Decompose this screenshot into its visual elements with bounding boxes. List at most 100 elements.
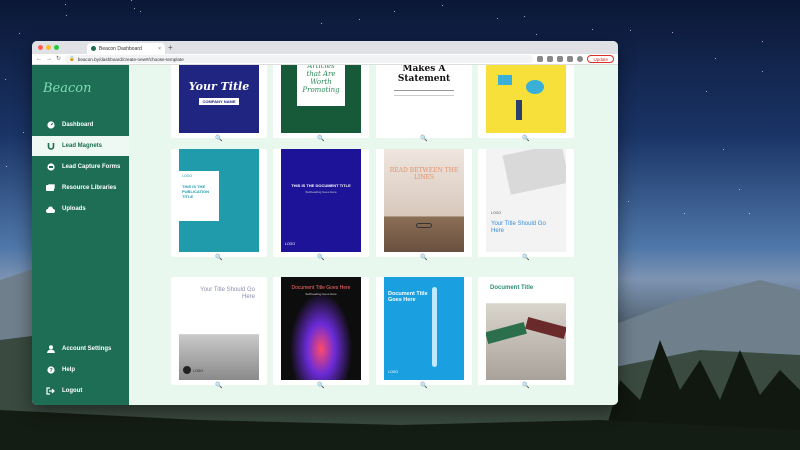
template-card[interactable]: LOGO Your Title Should Go Here 🔍 <box>478 149 574 261</box>
star <box>321 23 322 24</box>
zoom-preview-icon[interactable]: 🔍 <box>478 382 574 389</box>
star <box>628 201 629 202</box>
sidebar-item-help[interactable]: ? Help <box>32 360 129 380</box>
star <box>394 11 395 12</box>
update-button[interactable]: Update <box>587 55 614 63</box>
zoom-preview-icon[interactable]: 🔍 <box>376 135 472 142</box>
template-card[interactable]: Your Title Should Go Here LOGO 🔍 <box>171 277 267 389</box>
template-card[interactable]: Document Title Goes Here Subheading Goes… <box>273 277 369 389</box>
extension-icon[interactable] <box>557 56 564 62</box>
zoom-preview-icon[interactable]: 🔍 <box>273 382 369 389</box>
beacon-favicon-icon <box>91 46 96 51</box>
handshake-image <box>486 322 527 344</box>
lock-icon: 🔒 <box>69 56 75 61</box>
sidebar-item-resource-libraries[interactable]: Resource Libraries <box>32 178 129 198</box>
user-icon <box>46 345 55 354</box>
star <box>749 213 750 214</box>
star <box>706 91 707 92</box>
bookmark-star-icon[interactable] <box>547 56 554 62</box>
template-thumbnail: Your Title COMPANY NAME <box>179 65 259 133</box>
star <box>66 15 67 16</box>
template-card[interactable]: 🔍 <box>478 65 574 142</box>
sidebar-item-label: Resource Libraries <box>62 185 117 191</box>
star <box>715 58 716 59</box>
browser-tab-bar: Beacon Dashboard × + <box>32 41 618 54</box>
template-thumbnail: Document Title Goes Here Subheading Goes… <box>281 277 361 380</box>
template-thumbnail: Makes A Statement <box>384 65 464 133</box>
template-card[interactable]: THIS IS THE DOCUMENT TITLE Subheading Go… <box>273 149 369 261</box>
template-thumbnail: THIS IS THE DOCUMENT TITLE Subheading Go… <box>281 149 361 252</box>
template-card[interactable]: Your Title COMPANY NAME 🔍 <box>171 65 267 142</box>
maximize-window-icon[interactable] <box>54 45 59 50</box>
zoom-preview-icon[interactable]: 🔍 <box>478 254 574 261</box>
back-icon[interactable]: ← <box>36 54 42 65</box>
reload-icon[interactable]: ↻ <box>56 54 61 65</box>
beacon-logo[interactable]: Beacon <box>43 81 91 96</box>
sidebar-item-lead-capture-forms[interactable]: Lead Capture Forms <box>32 157 129 177</box>
zoom-preview-icon[interactable]: 🔍 <box>273 254 369 261</box>
template-card[interactable]: READ BETWEEN THE LINES 🔍 <box>376 149 472 261</box>
template-thumbnail: Your Title Should Go Here LOGO <box>179 277 259 380</box>
star <box>6 166 7 167</box>
zoom-preview-icon[interactable]: 🔍 <box>478 135 574 142</box>
zoom-preview-icon[interactable]: 🔍 <box>171 135 267 142</box>
star <box>762 41 763 42</box>
sidebar-item-label: Lead Magnets <box>62 143 103 149</box>
form-icon <box>46 163 55 172</box>
template-thumbnail <box>486 65 566 133</box>
close-tab-icon[interactable]: × <box>158 46 161 52</box>
sidebar-item-label: Help <box>62 367 76 373</box>
zoom-preview-icon[interactable]: 🔍 <box>273 135 369 142</box>
minimize-window-icon[interactable] <box>46 45 51 50</box>
cloud-upload-icon <box>46 205 55 214</box>
browser-tab[interactable]: Beacon Dashboard × <box>87 43 165 54</box>
template-gallery: Your Title COMPANY NAME 🔍 Articles that … <box>129 65 618 405</box>
sidebar-item-lead-magnets[interactable]: Lead Magnets <box>32 136 129 156</box>
star <box>684 213 685 214</box>
star <box>131 0 132 1</box>
star <box>5 79 6 80</box>
star <box>672 32 673 33</box>
dashboard-gauge-icon <box>46 121 55 130</box>
star <box>359 19 360 20</box>
zoom-preview-icon[interactable]: 🔍 <box>376 254 472 261</box>
close-window-icon[interactable] <box>38 45 43 50</box>
star <box>592 29 593 30</box>
template-card[interactable]: Document Title 🔍 <box>478 277 574 389</box>
share-icon[interactable] <box>537 56 544 62</box>
sidebar-item-label: Account Settings <box>62 346 112 352</box>
logo-mark <box>183 366 191 374</box>
sidebar: Beacon Dashboard Lead Magnets Lead Captu… <box>32 65 129 405</box>
star <box>497 18 498 19</box>
forward-icon[interactable]: → <box>46 54 52 65</box>
sidebar-item-uploads[interactable]: Uploads <box>32 199 129 219</box>
star <box>762 71 763 72</box>
star <box>134 8 135 9</box>
sidebar-item-account-settings[interactable]: Account Settings <box>32 339 129 359</box>
url-text: beacon.by/dashboard/create-new#/choose-t… <box>77 56 184 62</box>
template-card[interactable]: LOGO THIS IS THE PUBLICATION TITLE 🔍 <box>171 149 267 261</box>
template-card[interactable]: Makes A Statement 🔍 <box>376 65 472 142</box>
new-tab-button[interactable]: + <box>168 43 173 53</box>
star <box>140 11 141 12</box>
template-card[interactable]: Articles that Are Worth Promoting 🔍 <box>273 65 369 142</box>
star <box>65 4 66 5</box>
template-thumbnail: LOGO THIS IS THE PUBLICATION TITLE <box>179 149 259 252</box>
star <box>442 5 443 6</box>
template-card[interactable]: Document Title Goes Here LOGO 🔍 <box>376 277 472 389</box>
sidebar-item-label: Logout <box>62 388 83 394</box>
browser-window: Beacon Dashboard × + ← → ↻ 🔒 beacon.by/d… <box>32 41 618 405</box>
sidebar-item-logout[interactable]: Logout <box>32 381 129 401</box>
star <box>23 132 24 133</box>
puzzle-icon[interactable] <box>567 56 574 62</box>
help-icon: ? <box>46 366 55 375</box>
glasses-icon <box>416 223 432 228</box>
zoom-preview-icon[interactable]: 🔍 <box>171 254 267 261</box>
sidebar-item-dashboard[interactable]: Dashboard <box>32 115 129 135</box>
profile-avatar-icon[interactable] <box>577 56 584 62</box>
address-bar[interactable]: 🔒 beacon.by/dashboard/create-new#/choose… <box>65 55 534 63</box>
template-thumbnail: READ BETWEEN THE LINES <box>384 149 464 252</box>
zoom-preview-icon[interactable]: 🔍 <box>171 382 267 389</box>
zoom-preview-icon[interactable]: 🔍 <box>376 382 472 389</box>
browser-toolbar: ← → ↻ 🔒 beacon.by/dashboard/create-new#/… <box>32 54 618 65</box>
